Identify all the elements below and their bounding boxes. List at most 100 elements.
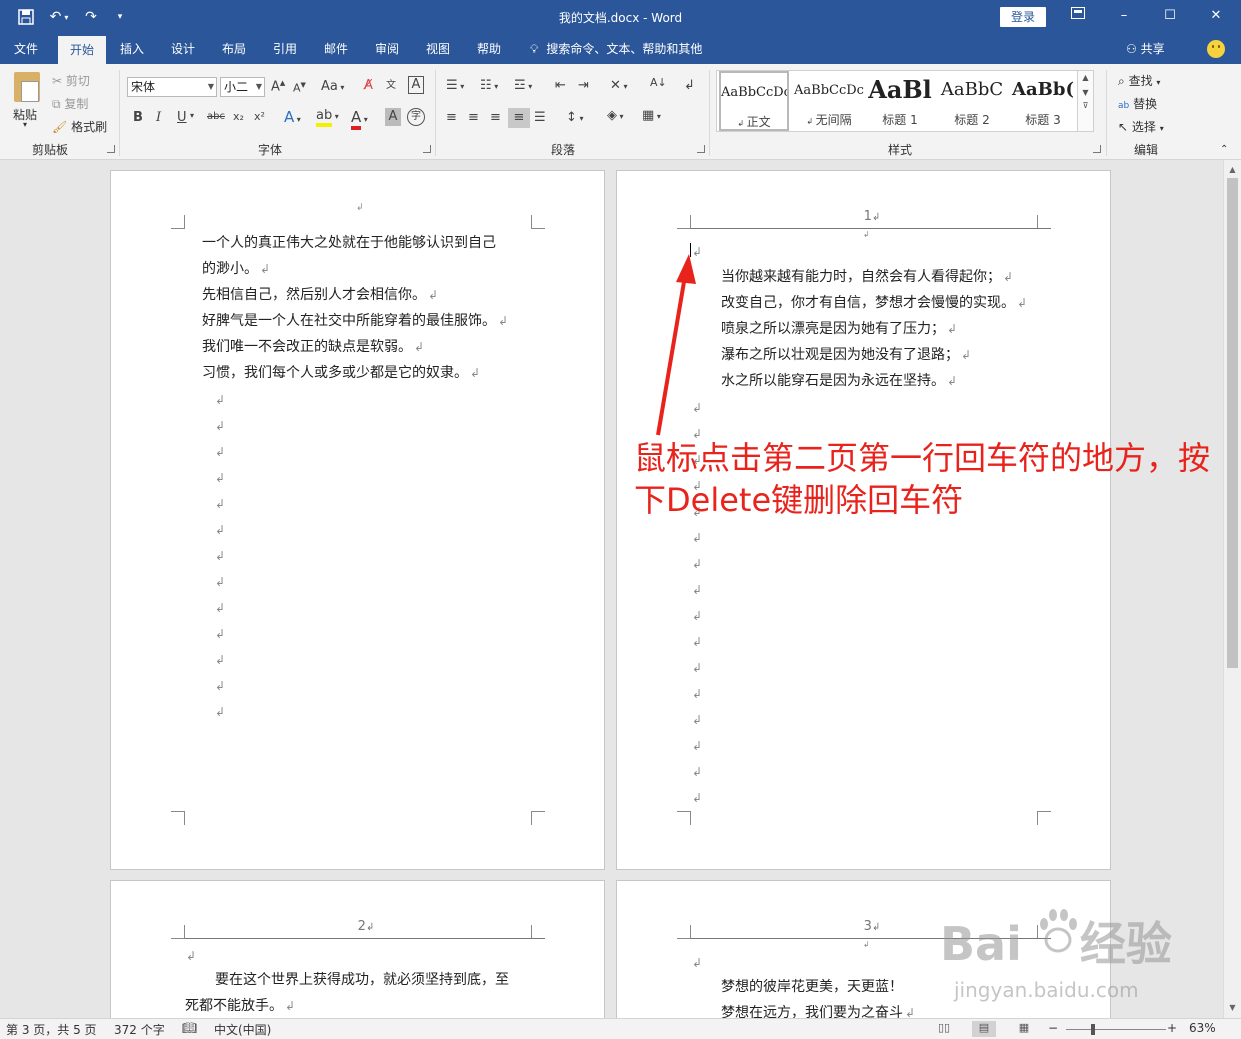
tab-design[interactable]: 设计 (163, 34, 203, 64)
format-painter-button[interactable]: 🖌︎ 格式刷 (52, 118, 107, 135)
zoom-level[interactable]: 63% (1189, 1021, 1216, 1035)
proofing-icon[interactable]: 📖︎ (182, 1021, 197, 1035)
clipboard-launcher-icon[interactable] (107, 145, 115, 153)
more-styles-icon[interactable]: ⊽ (1078, 101, 1093, 110)
chevron-down-icon[interactable]: ▼ (1078, 88, 1093, 97)
italic-button[interactable]: I (156, 110, 161, 125)
tab-home[interactable]: 开始 (58, 36, 106, 64)
style-heading-1[interactable]: AaBl 标题 1 (867, 71, 933, 131)
phonetic-guide-icon[interactable]: 文 (386, 76, 396, 91)
font-name-combo[interactable]: 宋体 ▼ (127, 77, 217, 97)
tab-references[interactable]: 引用 (265, 34, 305, 64)
sort-icon[interactable]: A↓ (650, 76, 667, 89)
tab-layout[interactable]: 布局 (214, 34, 254, 64)
align-right-icon[interactable]: ≡ (490, 110, 501, 125)
language-status[interactable]: 中文(中国) (214, 1021, 271, 1038)
select-button[interactable]: ↖ 选择 ▾ (1118, 118, 1164, 135)
highlight-color-icon[interactable]: ab ▾ (316, 108, 339, 127)
vertical-scrollbar[interactable]: ▲ ▼ (1223, 160, 1241, 1018)
tab-review[interactable]: 审阅 (367, 34, 407, 64)
clear-formatting-icon[interactable]: A̸ (364, 78, 373, 93)
tab-insert[interactable]: 插入 (112, 34, 152, 64)
change-case-icon[interactable]: Aa ▾ (321, 79, 344, 94)
show-hide-marks-icon[interactable]: ↲ (684, 78, 695, 93)
page-3[interactable]: 2↲ ↲ 要在这个世界上获得成功，就必须坚持到底，至 死都不能放手。 ↲ (110, 880, 605, 1018)
strikethrough-button[interactable]: abc (207, 111, 225, 122)
share-button[interactable]: ⚇ 共享 (1126, 34, 1165, 64)
style-heading-3[interactable]: AaBb( 标题 3 (1009, 71, 1077, 131)
bold-button[interactable]: B (133, 110, 143, 125)
paragraph-mark: ↲ (692, 609, 703, 623)
font-size-combo[interactable]: 小二 ▼ (220, 77, 265, 97)
shrink-font-icon[interactable]: A▼ (293, 81, 306, 95)
paste-dropdown-icon[interactable]: ▾ (23, 120, 27, 129)
text-line: 水之所以能穿石是因为永远在坚持。 ↲ (721, 373, 958, 389)
page-1[interactable]: ↲ 一个人的真正伟大之处就在于他能够认识到自己 的渺小。 ↲ 先相信自己，然后别人… (110, 170, 605, 870)
tab-help[interactable]: 帮助 (469, 34, 509, 64)
close-icon[interactable]: ✕ (1202, 5, 1230, 27)
subscript-button[interactable]: x₂ (233, 110, 244, 123)
superscript-button[interactable]: x² (254, 110, 265, 123)
styles-launcher-icon[interactable] (1093, 145, 1101, 153)
cut-button[interactable]: ✂ 剪切 (52, 72, 90, 89)
read-mode-icon[interactable]: ▯▯ (932, 1021, 956, 1037)
font-color-icon[interactable]: A ▾ (351, 108, 368, 130)
login-button[interactable]: 登录 (1000, 7, 1046, 27)
ribbon-display-options-icon[interactable] (1064, 5, 1092, 27)
style-normal[interactable]: AaBbCcDc ↲ 正文 (719, 71, 789, 131)
align-left-icon[interactable]: ≡ (446, 110, 457, 125)
line-spacing-icon[interactable]: ↕ ▾ (566, 110, 583, 125)
increase-indent-icon[interactable]: ⇥ (578, 78, 589, 93)
scroll-down-icon[interactable]: ▼ (1224, 1000, 1241, 1016)
divider (709, 70, 710, 156)
chinese-layout-icon[interactable]: ✕ ▾ (610, 78, 627, 93)
find-button[interactable]: ⌕ 查找 ▾ (1118, 72, 1160, 89)
scroll-up-icon[interactable]: ▲ (1224, 162, 1241, 178)
underline-button[interactable]: U (177, 110, 187, 125)
tab-view[interactable]: 视图 (418, 34, 458, 64)
justify-icon[interactable]: ≡ (508, 108, 530, 128)
align-center-icon[interactable]: ≡ (468, 110, 479, 125)
tell-me-search[interactable]: 💡︎ 搜索命令、文本、帮助和其他 (530, 34, 702, 64)
grow-font-icon[interactable]: A▲ (271, 79, 285, 94)
zoom-in-icon[interactable]: + (1167, 1021, 1177, 1035)
zoom-slider-thumb[interactable] (1091, 1024, 1095, 1035)
tab-mailings[interactable]: 邮件 (316, 34, 356, 64)
style-heading-2[interactable]: AaBbC 标题 2 (937, 71, 1007, 131)
page-count[interactable]: 第 3 页，共 5 页 (6, 1021, 97, 1038)
character-border-icon[interactable]: A (408, 76, 424, 94)
minimize-icon[interactable]: – (1110, 5, 1138, 27)
zoom-out-icon[interactable]: − (1048, 1021, 1058, 1035)
text-line: 梦想的彼岸花更美，天更蓝！ (721, 979, 903, 995)
replace-button[interactable]: ab 替换 (1118, 95, 1157, 112)
character-shading-icon[interactable]: A (385, 108, 401, 126)
multilevel-list-icon[interactable]: ☲ ▾ (514, 78, 532, 93)
collapse-ribbon-icon[interactable]: ⌃ (1220, 144, 1228, 155)
underline-dropdown-icon[interactable]: ▾ (190, 111, 194, 120)
feedback-smiley-icon[interactable] (1207, 40, 1225, 58)
maximize-icon[interactable]: ☐ (1156, 5, 1184, 27)
numbering-icon[interactable]: ☷ ▾ (480, 78, 498, 93)
style-no-spacing[interactable]: AaBbCcDc ↲ 无间隔 (793, 71, 865, 131)
paste-icon[interactable] (14, 72, 40, 102)
shading-icon[interactable]: ◈ ▾ (607, 108, 624, 123)
print-layout-icon[interactable]: ▤ (972, 1021, 996, 1037)
text-effects-icon[interactable]: A ▾ (284, 108, 301, 126)
distributed-icon[interactable]: ☰ (534, 110, 546, 125)
styles-scroll[interactable]: ▲ ▼ ⊽ (1078, 70, 1094, 132)
text-line: 喷泉之所以漂亮是因为她有了压力； ↲ (721, 321, 958, 337)
paragraph-launcher-icon[interactable] (697, 145, 705, 153)
copy-button[interactable]: ⧉ 复制 (52, 95, 88, 112)
borders-icon[interactable]: ▦ ▾ (642, 108, 661, 123)
word-count[interactable]: 372 个字 (114, 1021, 165, 1038)
decrease-indent-icon[interactable]: ⇤ (555, 78, 566, 93)
style-name: ↲ 无间隔 (806, 113, 852, 127)
tab-file[interactable]: 文件 (6, 34, 46, 64)
bullets-icon[interactable]: ☰ ▾ (446, 78, 464, 93)
enclose-characters-icon[interactable]: 字 (407, 108, 425, 126)
zoom-slider[interactable] (1066, 1029, 1166, 1030)
web-layout-icon[interactable]: ▦ (1012, 1021, 1036, 1037)
font-launcher-icon[interactable] (423, 145, 431, 153)
chevron-up-icon[interactable]: ▲ (1078, 73, 1093, 82)
scrollbar-thumb[interactable] (1227, 178, 1238, 668)
